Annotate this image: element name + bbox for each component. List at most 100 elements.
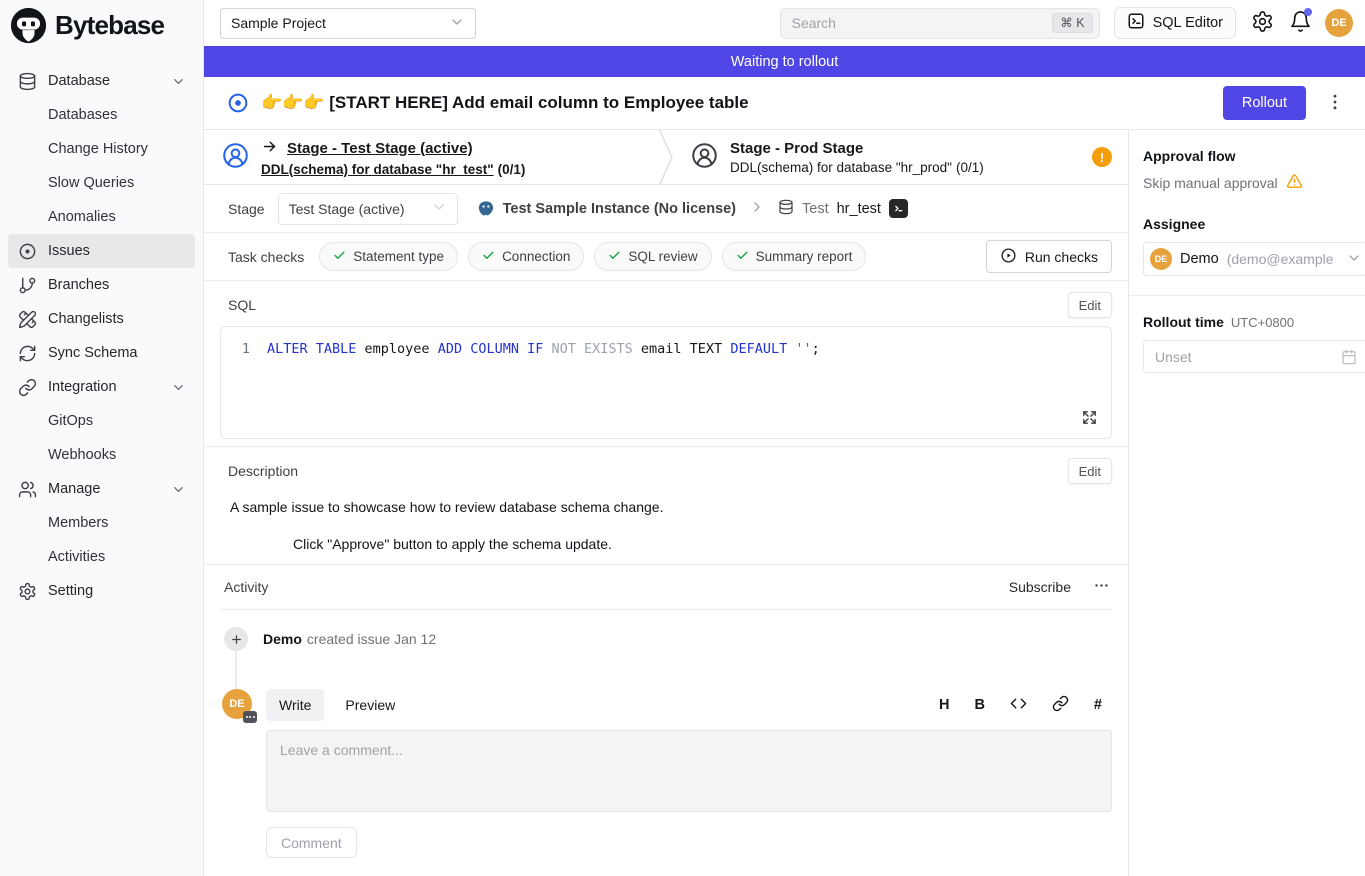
sidebar-item-databases[interactable]: Databases (8, 98, 195, 132)
sidebar-item-gitops[interactable]: GitOps (8, 404, 195, 438)
sidebar-item-slow-queries[interactable]: Slow Queries (8, 166, 195, 200)
check-icon (736, 249, 749, 265)
check-pill-connection[interactable]: Connection (468, 242, 584, 271)
database-icon (17, 71, 37, 91)
issue-header: 👉👉👉 [START HERE] Add email column to Emp… (204, 77, 1365, 130)
comment-avatar: DE (222, 689, 253, 720)
brand-logo[interactable]: Bytebase (0, 0, 203, 50)
activity-actor: Demo (263, 631, 302, 647)
postgresql-icon (477, 200, 495, 218)
app-window: Bytebase Database Databases Change Histo… (0, 0, 1365, 876)
sidebar-item-activities[interactable]: Activities (8, 540, 195, 574)
sidebar-item-webhooks[interactable]: Webhooks (8, 438, 195, 472)
subscribe-button[interactable]: Subscribe (1009, 579, 1071, 595)
sidebar-item-database[interactable]: Database (8, 64, 195, 98)
run-checks-button[interactable]: Run checks (986, 240, 1112, 273)
sidebar-item-label: Setting (48, 583, 93, 599)
check-label: Connection (502, 249, 570, 264)
activity-more-button[interactable] (1091, 575, 1112, 599)
check-pill-statement-type[interactable]: Statement type (319, 242, 458, 271)
sidebar-item-label: Changelists (48, 311, 124, 327)
link-icon (1052, 695, 1069, 716)
rollout-button[interactable]: Rollout (1223, 86, 1306, 120)
project-select[interactable]: Sample Project (220, 8, 476, 39)
stage-card-prod[interactable]: Stage - Prod Stage DDL(schema) for datab… (673, 130, 1128, 184)
topbar: Sample Project ⌘ K SQL Editor DE (204, 0, 1365, 46)
activity-header: Activity Subscribe (220, 565, 1112, 610)
assignee-name: Demo (1180, 251, 1219, 267)
chevron-down-icon (449, 14, 465, 33)
sidebar-item-label: Webhooks (48, 447, 116, 463)
link-format-button[interactable] (1052, 695, 1069, 716)
sidebar-item-setting[interactable]: Setting (8, 574, 195, 608)
sidebar-item-issues[interactable]: Issues (8, 234, 195, 268)
issue-sidebar: Approval flow Skip manual approval Assig… (1128, 130, 1365, 876)
instance-name[interactable]: Test Sample Instance (No license) (503, 201, 736, 217)
sidebar-item-integration[interactable]: Integration (8, 370, 195, 404)
search-shortcut-badge: ⌘ K (1052, 13, 1092, 33)
comment-button[interactable]: Comment (266, 827, 357, 858)
open-sql-editor-icon[interactable] (889, 199, 908, 218)
bold-format-button[interactable]: B (974, 697, 984, 713)
task-checks-label: Task checks (228, 249, 304, 265)
assignee-email: (demo@example (1227, 251, 1338, 267)
hash-format-button[interactable]: # (1094, 697, 1102, 713)
sidebar-item-manage[interactable]: Manage (8, 472, 195, 506)
chevron-right-icon (749, 199, 765, 218)
search-input[interactable] (792, 15, 1053, 31)
sql-editor-label: SQL Editor (1153, 15, 1223, 31)
description-edit-button[interactable]: Edit (1068, 458, 1112, 484)
sidebar-item-changelists[interactable]: Changelists (8, 302, 195, 336)
sql-edit-button[interactable]: Edit (1068, 292, 1112, 318)
sidebar-item-label: GitOps (48, 413, 93, 429)
chevron-down-icon (431, 199, 447, 218)
check-pill-summary-report[interactable]: Summary report (722, 242, 867, 271)
assignee-select[interactable]: DE Demo (demo@example (1143, 242, 1365, 276)
sidebar-item-change-history[interactable]: Change History (8, 132, 195, 166)
sql-code-editor[interactable]: 1ALTER TABLE employee ADD COLUMN IF NOT … (220, 326, 1112, 439)
stage-select-value: Test Stage (active) (289, 201, 405, 217)
sidebar-item-anomalies[interactable]: Anomalies (8, 200, 195, 234)
settings-button[interactable] (1251, 10, 1274, 36)
task-checks-row: Task checks Statement type Connection SQ… (204, 233, 1128, 281)
instance-breadcrumb: Test Sample Instance (No license) (477, 200, 736, 218)
calendar-icon (1341, 349, 1357, 365)
description-line: A sample issue to showcase how to review… (230, 499, 1112, 515)
sql-editor-button[interactable]: SQL Editor (1114, 7, 1236, 39)
preview-tab[interactable]: Preview (332, 689, 408, 721)
comment-textarea[interactable] (267, 731, 1111, 811)
user-avatar[interactable]: DE (1325, 9, 1353, 37)
sidebar-item-label: Anomalies (48, 209, 116, 225)
heading-format-button[interactable]: H (939, 697, 949, 713)
check-pill-sql-review[interactable]: SQL review (594, 242, 711, 271)
search-box[interactable]: ⌘ K (780, 8, 1100, 39)
stage-name: Stage - Prod Stage (730, 140, 863, 157)
activity-text: Democreated issue Jan 12 (263, 631, 436, 647)
pencil-ruler-icon (17, 309, 37, 329)
code-format-button[interactable] (1010, 695, 1027, 716)
sidebar: Bytebase Database Databases Change Histo… (0, 0, 204, 876)
chevron-down-icon (171, 74, 186, 89)
code-icon (1010, 695, 1027, 716)
line-number: 1 (221, 339, 267, 359)
more-actions-button[interactable] (1323, 90, 1347, 117)
stage-card-test[interactable]: Stage - Test Stage (active) DDL(schema) … (204, 130, 659, 184)
sidebar-item-label: Branches (48, 277, 109, 293)
sidebar-item-sync-schema[interactable]: Sync Schema (8, 336, 195, 370)
arrow-right-icon (261, 138, 278, 159)
stage-select[interactable]: Test Stage (active) (278, 193, 458, 225)
write-tab[interactable]: Write (266, 689, 324, 721)
sidebar-item-branches[interactable]: Branches (8, 268, 195, 302)
task-progress: (0/1) (498, 162, 526, 177)
sidebar-item-members[interactable]: Members (8, 506, 195, 540)
assignee-title: Assignee (1143, 216, 1365, 232)
notifications-button[interactable] (1289, 10, 1312, 36)
database-name[interactable]: hr_test (837, 201, 881, 217)
check-icon (482, 249, 495, 265)
stage-name: Stage - Test Stage (active) (287, 140, 473, 157)
expand-editor-button[interactable] (1081, 409, 1098, 429)
rollout-time-input[interactable] (1144, 349, 1365, 365)
comment-editor: DE Write Preview H B (220, 689, 1112, 858)
check-label: SQL review (628, 249, 697, 264)
assignee-avatar: DE (1150, 248, 1172, 270)
